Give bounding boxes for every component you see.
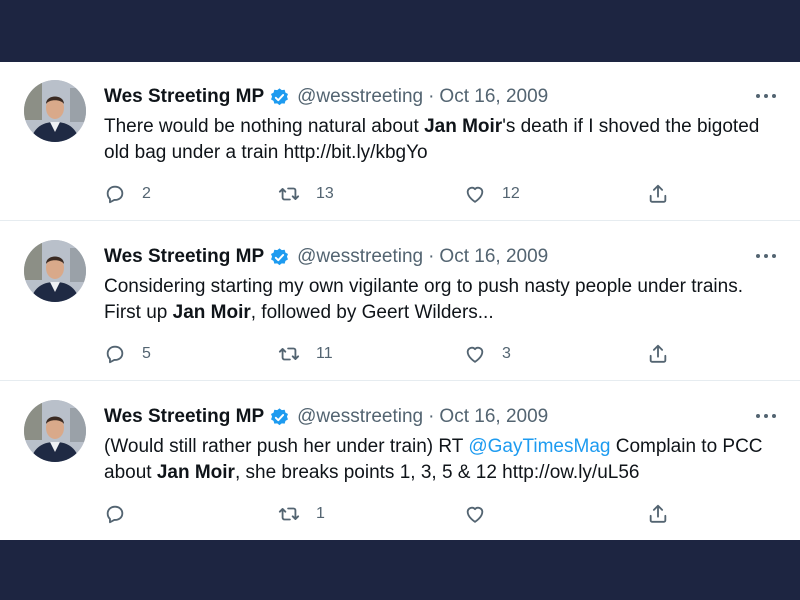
tweet-actions: 5 11 3 [104,341,684,367]
like-button[interactable] [464,501,502,527]
reply-button[interactable]: 5 [104,341,151,367]
author-name[interactable]: Wes Streeting MP [104,246,264,268]
retweet-icon [278,183,300,205]
heart-icon [464,503,486,525]
mention-link[interactable]: @GayTimesMag [468,436,610,457]
tweet-header: Wes Streeting MP @wesstreeting · Oct 16,… [104,404,548,430]
author-handle[interactable]: @wesstreeting [297,406,423,428]
author-name[interactable]: Wes Streeting MP [104,406,264,428]
avatar[interactable] [24,240,86,302]
retweet-count: 13 [316,185,334,202]
tweet-date[interactable]: Oct 16, 2009 [439,406,548,428]
share-button[interactable] [647,501,669,527]
author-handle[interactable]: @wesstreeting [297,86,423,108]
reply-icon [104,343,126,365]
tweet-text-part: , followed by Geert Wilders... [250,302,494,323]
tweet[interactable]: Wes Streeting MP @wesstreeting · Oct 16,… [0,62,800,221]
reply-button[interactable]: 2 [104,181,151,207]
retweet-button[interactable]: 1 [278,501,325,527]
more-horizontal-icon[interactable] [752,88,780,104]
reply-icon [104,503,126,525]
tweet-header: Wes Streeting MP @wesstreeting · Oct 16,… [104,84,548,110]
verified-badge-icon [269,407,290,428]
highlighted-term: Jan Moir [424,116,503,137]
verified-badge-icon [269,87,290,108]
reply-count: 2 [142,185,151,202]
highlighted-term: Jan Moir [156,462,235,483]
tweet-timeline: Wes Streeting MP @wesstreeting · Oct 16,… [0,62,800,540]
verified-badge-icon [269,247,290,268]
share-icon [647,343,669,365]
like-count: 3 [502,345,511,362]
retweet-count: 1 [316,505,325,522]
bottom-frame-bar [0,540,800,600]
share-icon [647,503,669,525]
like-button[interactable]: 3 [464,341,511,367]
header-separator: · [428,86,435,107]
more-horizontal-icon[interactable] [752,408,780,424]
reply-count: 5 [142,345,151,362]
tweet[interactable]: Wes Streeting MP @wesstreeting · Oct 16,… [0,222,800,381]
tweet-text: Considering starting my own vigilante or… [104,274,784,326]
tweet-text-part: , she breaks points 1, 3, 5 & 12 http://… [234,462,640,483]
like-count: 12 [502,185,520,202]
tweet-text: (Would still rather push her under train… [104,434,784,486]
heart-icon [464,343,486,365]
share-icon [647,183,669,205]
author-name[interactable]: Wes Streeting MP [104,86,264,108]
top-frame-bar [0,0,800,62]
highlighted-term: Jan Moir [172,302,251,323]
tweet-actions: 1 [104,501,684,527]
more-horizontal-icon[interactable] [752,248,780,264]
heart-icon [464,183,486,205]
retweet-button[interactable]: 11 [278,341,333,367]
avatar[interactable] [24,80,86,142]
header-separator: · [428,246,435,267]
like-button[interactable]: 12 [464,181,520,207]
tweet-text-part: (Would still rather push her under train… [104,436,469,457]
tweet[interactable]: Wes Streeting MP @wesstreeting · Oct 16,… [0,382,800,541]
share-button[interactable] [647,341,669,367]
avatar[interactable] [24,400,86,462]
header-separator: · [428,406,435,427]
tweet-date[interactable]: Oct 16, 2009 [439,86,548,108]
share-button[interactable] [647,181,669,207]
reply-button[interactable] [104,501,142,527]
tweet-actions: 2 13 12 [104,181,684,207]
retweet-icon [278,503,300,525]
retweet-icon [278,343,300,365]
tweet-date[interactable]: Oct 16, 2009 [439,246,548,268]
reply-icon [104,183,126,205]
retweet-button[interactable]: 13 [278,181,334,207]
tweet-text-part: There would be nothing natural about [104,116,425,137]
retweet-count: 11 [316,345,333,362]
tweet-text: There would be nothing natural about Jan… [104,114,784,166]
tweet-header: Wes Streeting MP @wesstreeting · Oct 16,… [104,244,548,270]
author-handle[interactable]: @wesstreeting [297,246,423,268]
